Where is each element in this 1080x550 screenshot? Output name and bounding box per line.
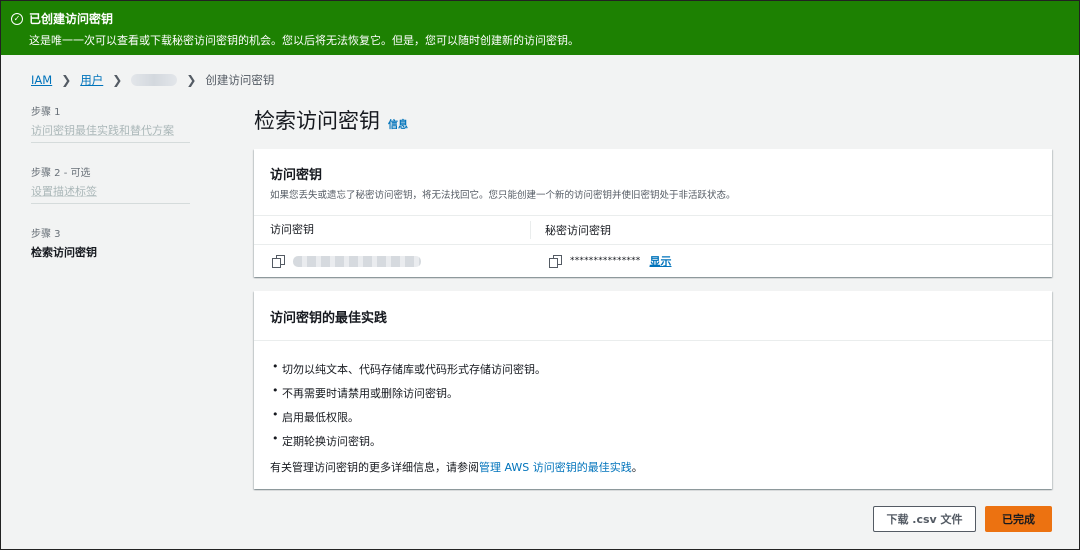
breadcrumb-current: 创建访问密钥 — [205, 73, 275, 87]
more-info-suffix: 。 — [631, 461, 643, 474]
secret-key-column-header: 秘密访问密钥 — [545, 224, 611, 237]
key-table-header: 访问密钥 秘密访问密钥 — [254, 215, 1052, 245]
access-key-column-header: 访问密钥 — [254, 221, 531, 239]
copy-icon[interactable] — [549, 255, 562, 268]
access-key-card: 访问密钥 如果您丢失或遗忘了秘密访问密钥，将无法找回它。您只能创建一个新的访问密… — [254, 149, 1052, 277]
access-key-cell — [254, 255, 531, 268]
card-header: 访问密钥 如果您丢失或遗忘了秘密访问密钥，将无法找回它。您只能创建一个新的访问密… — [254, 149, 1052, 201]
success-check-icon: ✓ — [11, 12, 23, 25]
redacted-access-key — [293, 255, 421, 267]
copy-icon[interactable] — [272, 255, 285, 268]
best-practices-card: 访问密钥的最佳实践 切勿以纯文本、代码存储库或代码形式存储访问密钥。 不再需要时… — [254, 291, 1052, 489]
step-number: 步骤 1 — [31, 107, 61, 118]
page-header: 检索访问密钥 信息 — [254, 105, 408, 135]
step-number: 步骤 2 - 可选 — [31, 168, 91, 179]
redacted-username[interactable] — [131, 74, 178, 86]
more-info-prefix: 有关管理访问密钥的更多详细信息，请参阅 — [270, 461, 479, 474]
step-label: 访问密钥最佳实践和替代方案 — [31, 124, 174, 137]
breadcrumb: IAM ❯ 用户 ❯ ❯ 创建访问密钥 — [31, 72, 274, 88]
info-link[interactable]: 信息 — [388, 116, 408, 131]
wizard-steps: 步骤 1 访问密钥最佳实践和替代方案 步骤 2 - 可选 设置描述标签 步骤 3… — [31, 103, 190, 285]
step-3: 步骤 3 检索访问密钥 — [31, 225, 190, 264]
step-label: 设置描述标签 — [31, 185, 97, 198]
step-number: 步骤 3 — [31, 229, 61, 240]
chevron-right-icon: ❯ — [61, 73, 72, 87]
done-button[interactable]: 已完成 — [985, 506, 1052, 532]
success-banner: ✓ 已创建访问密钥 这是唯一一次可以查看或下载秘密访问密钥的机会。您以后将无法恢… — [1, 1, 1079, 55]
chevron-right-icon: ❯ — [186, 73, 197, 87]
step-label-active: 检索访问密钥 — [31, 246, 97, 259]
card-body: 切勿以纯文本、代码存储库或代码形式存储访问密钥。 不再需要时请禁用或删除访问密钥… — [254, 341, 1052, 475]
list-item: 定期轮换访问密钥。 — [270, 432, 1036, 449]
card-title: 访问密钥的最佳实践 — [270, 311, 388, 326]
list-item: 启用最低权限。 — [270, 408, 1036, 425]
card-header: 访问密钥的最佳实践 — [254, 291, 1052, 341]
banner-title: 已创建访问密钥 — [29, 12, 114, 26]
key-table-row: *************** 显示 — [254, 245, 1052, 277]
best-practices-link[interactable]: 管理 AWS 访问密钥的最佳实践 — [479, 461, 632, 474]
key-table: 访问密钥 秘密访问密钥 *************** 显示 — [254, 215, 1052, 277]
list-item: 不再需要时请禁用或删除访问密钥。 — [270, 384, 1036, 401]
secret-key-masked: *************** — [570, 256, 641, 266]
best-practices-list: 切勿以纯文本、代码存储库或代码形式存储访问密钥。 不再需要时请禁用或删除访问密钥… — [270, 360, 1036, 449]
step-2: 步骤 2 - 可选 设置描述标签 — [31, 164, 190, 204]
secret-key-cell: *************** 显示 — [531, 253, 672, 269]
banner-message: 这是唯一一次可以查看或下载秘密访问密钥的机会。您以后将无法恢复它。但是，您可以随… — [29, 34, 579, 47]
card-title: 访问密钥 — [270, 168, 323, 183]
download-csv-button[interactable]: 下载 .csv 文件 — [873, 506, 976, 532]
banner-header: ✓ 已创建访问密钥 — [11, 10, 1069, 27]
step-1: 步骤 1 访问密钥最佳实践和替代方案 — [31, 103, 190, 143]
more-info-text: 有关管理访问密钥的更多详细信息，请参阅管理 AWS 访问密钥的最佳实践。 — [270, 459, 1036, 475]
show-secret-link[interactable]: 显示 — [650, 253, 672, 269]
card-description: 如果您丢失或遗忘了秘密访问密钥，将无法找回它。您只能创建一个新的访问密钥并使旧密… — [270, 190, 736, 201]
page-title: 检索访问密钥 — [254, 109, 380, 133]
list-item: 切勿以纯文本、代码存储库或代码形式存储访问密钥。 — [270, 360, 1036, 377]
breadcrumb-users-link[interactable]: 用户 — [80, 72, 103, 88]
chevron-right-icon: ❯ — [112, 73, 123, 87]
breadcrumb-iam-link[interactable]: IAM — [31, 73, 52, 87]
